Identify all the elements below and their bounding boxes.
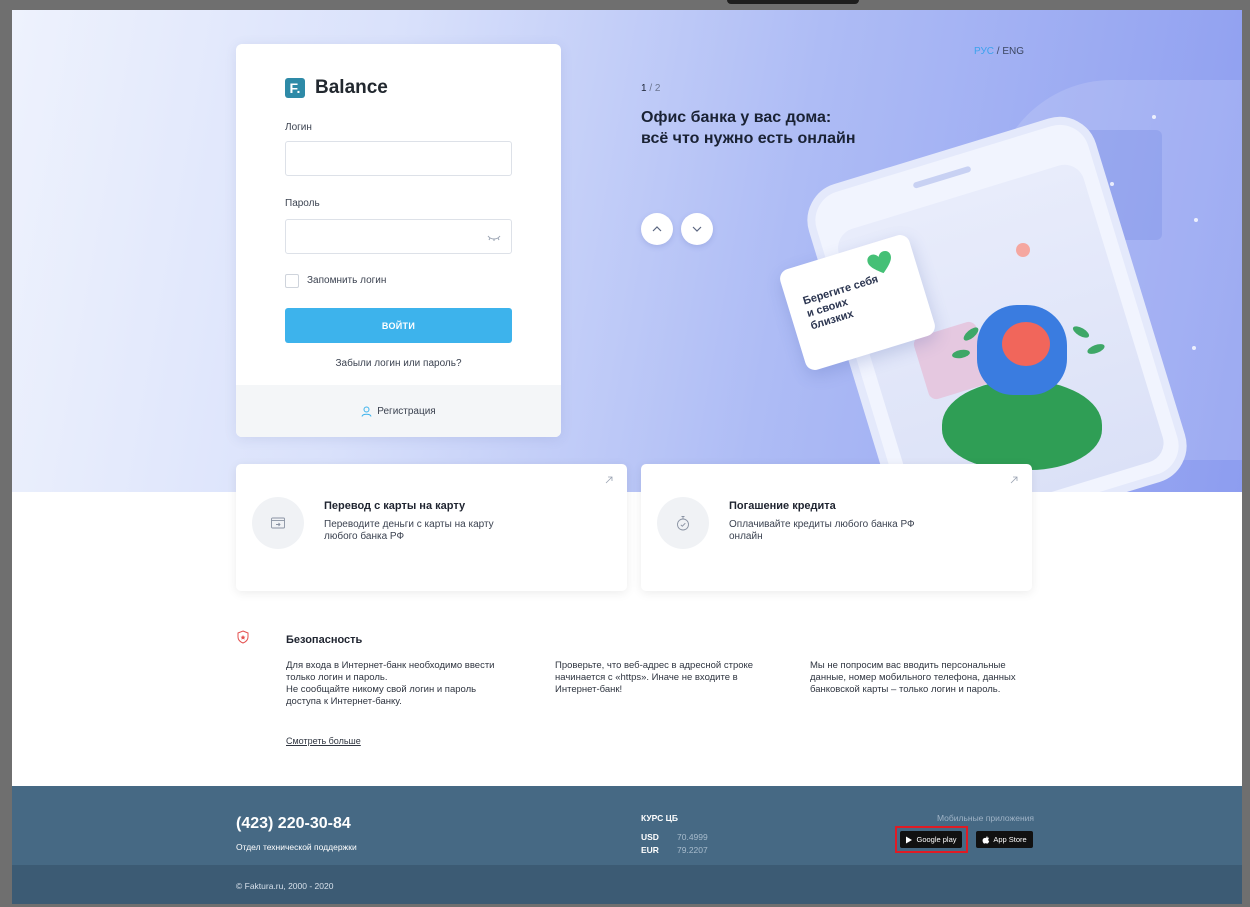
decor-dot <box>1152 115 1156 119</box>
security-text-personal: Мы не попросим вас вводить персональные … <box>810 660 1016 695</box>
brand-mark-icon: F. <box>285 78 305 98</box>
service-title: Погашение кредита <box>729 500 836 512</box>
slide-counter: 1 / 2 <box>641 83 660 94</box>
rate-value: 79.2207 <box>677 845 708 855</box>
login-card: F. Balance Логин Пароль Запомнить логин … <box>236 44 561 437</box>
password-label: Пароль <box>285 198 320 209</box>
window-frame-top <box>0 0 1250 10</box>
security-title: Безопасность <box>286 634 363 646</box>
chevron-up-icon <box>652 226 662 232</box>
service-desc: Оплачивайте кредиты любого банка РФ онла… <box>729 519 915 542</box>
service-card-credit[interactable]: Погашение кредита Оплачивайте кредиты лю… <box>641 464 1032 591</box>
login-label: Логин <box>285 122 312 133</box>
rates-title: КУРС ЦБ <box>641 813 678 823</box>
brand-name: Balance <box>315 77 388 98</box>
footer-bottom <box>12 865 1242 904</box>
eye-closed-icon[interactable] <box>487 232 501 242</box>
hero-banner: Берегите себя и своих близких РУС / ENG … <box>12 10 1242 492</box>
rate-code: EUR <box>641 845 659 855</box>
security-text-login: Для входа в Интернет-банк необходимо вве… <box>286 660 495 707</box>
tooltip-stub <box>727 0 859 4</box>
login-button[interactable]: ВОЙТИ <box>285 308 512 343</box>
copyright: © Faktura.ru, 2000 - 2020 <box>236 881 334 891</box>
footer <box>12 786 1242 865</box>
user-icon <box>361 406 372 417</box>
rate-row-usd: USD 70.4999 <box>641 832 708 842</box>
slide-title-line: всё что нужно есть онлайн <box>641 130 856 147</box>
service-icon-circle <box>252 497 304 549</box>
arrow-up-right-icon <box>1010 476 1018 484</box>
rate-row-eur: EUR 79.2207 <box>641 845 708 855</box>
care-card-text: Берегите себя и своих близких <box>801 273 880 333</box>
support-phone[interactable]: (423) 220-30-84 <box>236 815 351 833</box>
password-input[interactable] <box>285 219 512 254</box>
language-switch: РУС / ENG <box>974 46 1024 57</box>
slide-next-button[interactable] <box>681 213 713 245</box>
decor-dot <box>1192 346 1196 350</box>
remember-checkbox[interactable] <box>285 274 299 288</box>
brand-logo: F. Balance <box>285 77 388 99</box>
mobile-apps-label: Мобильные приложения <box>936 813 1034 823</box>
window-frame-left <box>0 0 12 907</box>
lang-en[interactable]: ENG <box>1002 46 1024 57</box>
slide-prev-button[interactable] <box>641 213 673 245</box>
service-title: Перевод с карты на карту <box>324 500 466 512</box>
highlight-box <box>895 826 968 853</box>
card-transfer-icon <box>271 517 285 529</box>
login-input[interactable] <box>285 141 512 176</box>
rate-value: 70.4999 <box>677 832 708 842</box>
slide-title: Офис банка у вас дома: всё что нужно ест… <box>641 107 901 149</box>
decor-dot <box>1110 182 1114 186</box>
service-icon-circle <box>657 497 709 549</box>
register-label: Регистрация <box>377 405 436 417</box>
shield-icon <box>237 630 249 644</box>
page: Берегите себя и своих близких РУС / ENG … <box>12 10 1242 904</box>
phone-speaker <box>912 165 972 189</box>
figure-heart <box>1002 322 1050 366</box>
security-more-link[interactable]: Смотреть больше <box>286 736 361 746</box>
app-store-button[interactable]: App Store <box>976 831 1033 848</box>
service-desc: Переводите деньги с карты на карту любог… <box>324 519 494 542</box>
remember-label[interactable]: Запомнить логин <box>307 275 386 286</box>
register-link[interactable]: Регистрация <box>236 385 561 437</box>
lang-ru[interactable]: РУС <box>974 46 994 57</box>
slide-current: 1 <box>641 83 647 94</box>
service-card-transfer[interactable]: Перевод с карты на карту Переводите день… <box>236 464 627 591</box>
window-frame-right <box>1242 0 1250 907</box>
stopwatch-icon <box>677 516 689 531</box>
chevron-down-icon <box>692 226 702 232</box>
decor-dot <box>1194 218 1198 222</box>
security-text-https: Проверьте, что веб-адрес в адресной стро… <box>555 660 754 695</box>
decor-circle <box>1016 243 1030 257</box>
apple-icon <box>982 835 990 844</box>
app-store-label: App Store <box>993 835 1027 844</box>
support-label: Отдел технической поддержки <box>236 842 357 852</box>
forgot-link[interactable]: Забыли логин или пароль? <box>236 358 561 369</box>
arrow-up-right-icon <box>605 476 613 484</box>
slide-title-line: Офис банка у вас дома: <box>641 109 832 126</box>
slide-total: / 2 <box>649 83 661 94</box>
rate-code: USD <box>641 832 659 842</box>
